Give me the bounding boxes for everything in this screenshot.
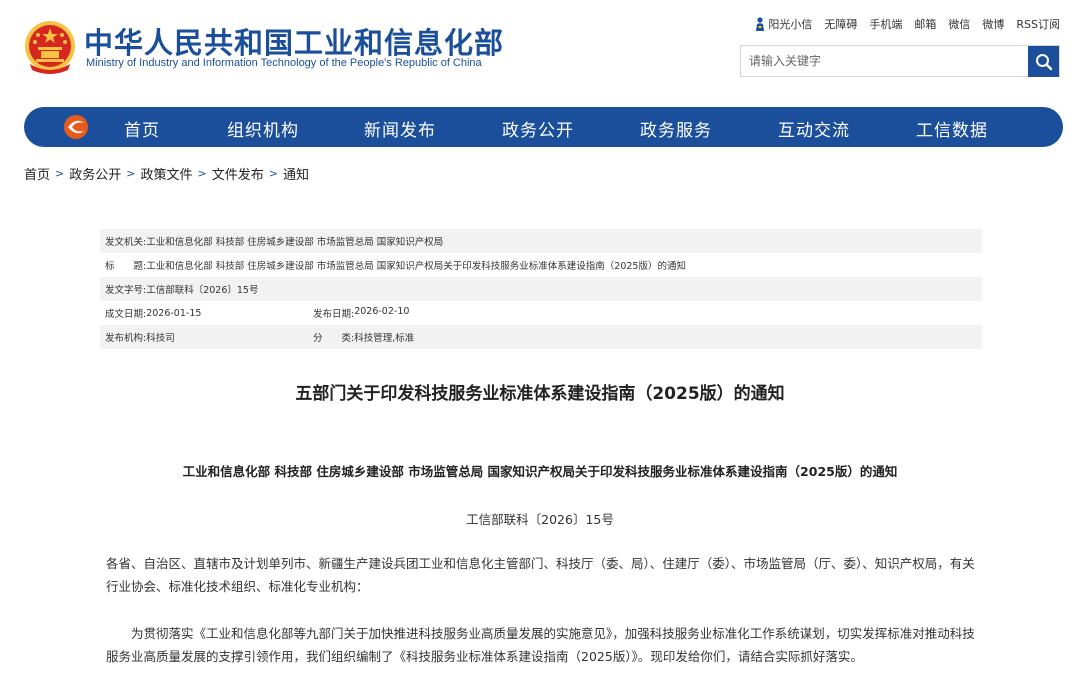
- meta-row-title: 标 题: 工业和信息化部 科技部 住房城乡建设部 市场监管总局 国家知识产权局关…: [100, 253, 982, 277]
- national-emblem-icon[interactable]: [24, 20, 76, 74]
- breadcrumb-notice[interactable]: 通知: [283, 164, 309, 183]
- toplink-weibo[interactable]: 微博: [982, 16, 1004, 32]
- meta-value-published: 2026-02-10: [354, 306, 410, 317]
- main-nav: 首页 组织机构 新闻发布 政务公开 政务服务 互动交流 工信数据: [24, 107, 1063, 147]
- breadcrumb: 首页 > 政务公开 > 政策文件 > 文件发布 > 通知: [24, 164, 309, 183]
- document-metadata: 发文机关: 工业和信息化部 科技部 住房城乡建设部 市场监管总局 国家知识产权局…: [100, 229, 982, 349]
- breadcrumb-separator: >: [126, 167, 136, 180]
- search-icon: [1035, 53, 1052, 70]
- meta-label: 成文日期:: [105, 309, 147, 320]
- breadcrumb-public-affairs[interactable]: 政务公开: [69, 164, 121, 183]
- toplink-accessibility[interactable]: 无障碍: [824, 16, 857, 32]
- nav-item-interaction[interactable]: 互动交流: [778, 116, 850, 141]
- breadcrumb-separator: >: [197, 167, 207, 180]
- miit-logo-icon[interactable]: [62, 113, 90, 141]
- meta-label: 分 类:: [313, 333, 355, 344]
- meta-value-created: 2026-01-15: [146, 307, 202, 319]
- meta-label: 发文字号:: [105, 285, 147, 296]
- meta-row-docno: 发文字号: 工信部联科〔2026〕15号: [100, 277, 982, 301]
- meta-row-org: 发布机构: 科技司 分 类: 科技管理,标准: [100, 325, 982, 349]
- nav-item-organization[interactable]: 组织机构: [227, 116, 299, 141]
- site-title-cn: 中华人民共和国工业和信息化部: [84, 26, 505, 60]
- meta-row-dates: 成文日期: 2026-01-15 发布日期: 2026-02-10: [100, 301, 982, 325]
- meta-value-category: 科技管理,标准: [354, 333, 415, 344]
- toplink-mobile[interactable]: 手机端: [869, 16, 902, 32]
- toplink-wechat[interactable]: 微信: [948, 16, 970, 32]
- article-paragraph: 各省、自治区、直辖市及计划单列市、新疆生产建设兵团工业和信息化主管部门、科技厅（…: [106, 556, 975, 594]
- meta-value-org: 科技司: [146, 333, 175, 344]
- meta-label: 发文机关:: [105, 237, 147, 248]
- top-links: 阳光小信 无障碍 手机端 邮箱 微信 微博 RSS订阅: [755, 16, 1060, 32]
- search-button[interactable]: [1028, 46, 1059, 77]
- toplink-label: 阳光小信: [768, 18, 813, 31]
- meta-label: 发布日期:: [313, 309, 355, 320]
- breadcrumb-doc-release[interactable]: 文件发布: [212, 164, 264, 183]
- nav-item-data[interactable]: 工信数据: [916, 116, 988, 141]
- site-header: 中华人民共和国工业和信息化部 Ministry of Industry and …: [0, 0, 1080, 100]
- breadcrumb-separator: >: [55, 167, 65, 180]
- article-title: 五部门关于印发科技服务业标准体系建设指南（2025版）的通知: [295, 384, 785, 404]
- meta-value-title: 工业和信息化部 科技部 住房城乡建设部 市场监管总局 国家知识产权局关于印发科技…: [146, 261, 686, 272]
- site-title-en: Ministry of Industry and Information Tec…: [86, 57, 482, 69]
- toplink-sunshine[interactable]: 阳光小信: [755, 16, 812, 32]
- article-paragraph: 为贯彻落实《工业和信息化部等九部门关于加快推进科技服务业高质量发展的实施意见》，…: [106, 626, 975, 664]
- article-docno: 工信部联科〔2026〕15号: [466, 512, 614, 527]
- toplink-mail[interactable]: 邮箱: [914, 16, 936, 32]
- breadcrumb-policy-docs[interactable]: 政策文件: [140, 164, 192, 183]
- search-input[interactable]: [741, 46, 1028, 76]
- meta-label: 标 题:: [105, 261, 147, 272]
- meta-value-issuer: 工业和信息化部 科技部 住房城乡建设部 市场监管总局 国家知识产权局: [146, 237, 444, 248]
- breadcrumb-separator: >: [268, 167, 278, 180]
- nav-item-home[interactable]: 首页: [124, 116, 160, 141]
- article-subtitle: 工业和信息化部 科技部 住房城乡建设部 市场监管总局 国家知识产权局关于印发科技…: [182, 464, 898, 479]
- person-icon: [756, 17, 765, 31]
- breadcrumb-home[interactable]: 首页: [24, 164, 50, 183]
- meta-row-issuer: 发文机关: 工业和信息化部 科技部 住房城乡建设部 市场监管总局 国家知识产权局: [100, 229, 982, 253]
- nav-item-public-affairs[interactable]: 政务公开: [502, 116, 574, 141]
- toplink-rss[interactable]: RSS订阅: [1016, 16, 1060, 32]
- nav-item-news[interactable]: 新闻发布: [364, 116, 436, 141]
- nav-item-services[interactable]: 政务服务: [640, 116, 712, 141]
- meta-label: 发布机构:: [105, 333, 147, 344]
- meta-value-docno: 工信部联科〔2026〕15号: [146, 285, 259, 296]
- search-box: [740, 45, 1060, 77]
